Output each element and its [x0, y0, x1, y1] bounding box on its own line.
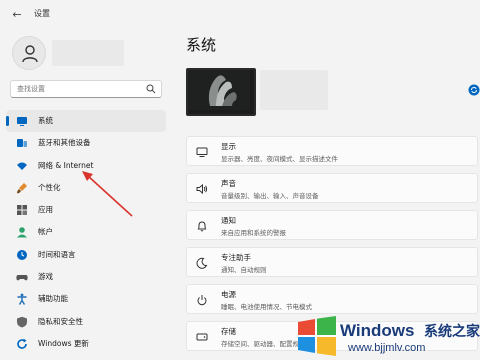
watermark-cn: 系统之家	[424, 324, 480, 340]
card-title: 显示	[221, 142, 236, 151]
sidebar-item-bluetooth[interactable]: 蓝牙和其他设备	[6, 132, 166, 154]
storage-icon	[196, 333, 208, 341]
sidebar-item-label: 隐私和安全性	[38, 316, 83, 326]
display-icon	[196, 147, 208, 157]
sidebar-item-time-language[interactable]: 时间和语言	[6, 244, 166, 266]
windows-logo-icon	[298, 316, 336, 356]
sidebar-item-apps[interactable]: 应用	[6, 199, 166, 221]
main-content: 系统 显示 显示器、亮度、夜间模式、显示描述文件 声音 音量级别、输出、输入、声…	[172, 28, 480, 360]
watermark-brand: Windows	[340, 321, 415, 340]
card-notifications[interactable]: 通知 来自应用和系统的警报	[186, 210, 478, 240]
card-title: 电源	[221, 290, 236, 299]
shield-icon	[17, 316, 27, 328]
onedrive-sync-icon[interactable]	[468, 84, 480, 96]
sidebar-item-label: 蓝牙和其他设备	[38, 138, 91, 148]
monitor-icon	[17, 117, 27, 126]
sidebar-item-network[interactable]: 网络 & Internet	[6, 155, 166, 177]
card-sound[interactable]: 声音 音量级别、输出、输入、声音设备	[186, 173, 478, 203]
apps-icon	[17, 205, 27, 216]
sidebar: 系统 蓝牙和其他设备 网络 & Internet	[0, 28, 172, 360]
sidebar-item-label: 辅助功能	[38, 294, 68, 304]
watermark: Windows 系统之家 www.bjjmlv.com	[292, 312, 480, 360]
page-title: 系统	[186, 36, 217, 54]
gamepad-icon	[16, 275, 28, 281]
speaker-icon	[196, 183, 208, 195]
sidebar-item-windows-update[interactable]: Windows 更新	[6, 333, 166, 355]
search-input[interactable]	[17, 83, 142, 95]
card-description: 显示器、亮度、夜间模式、显示描述文件	[221, 155, 338, 163]
brush-icon	[17, 182, 27, 194]
wifi-icon	[17, 162, 27, 170]
globe-clock-icon	[17, 249, 27, 260]
wallpaper-image	[188, 70, 250, 110]
sidebar-item-gaming[interactable]: 游戏	[6, 266, 166, 288]
person-icon	[22, 45, 38, 63]
back-arrow-icon[interactable]: ←	[10, 8, 24, 22]
settings-window: ← 设置 系统	[0, 0, 480, 360]
update-icon	[17, 338, 27, 349]
card-description: 睡眠、电池使用情况、节电模式	[221, 303, 312, 311]
sidebar-item-label: 帐户	[38, 227, 53, 237]
sidebar-item-label: 游戏	[38, 272, 53, 282]
watermark-url: www.bjjmlv.com	[348, 342, 426, 354]
sidebar-item-label: 网络 & Internet	[38, 160, 94, 170]
account-icon	[17, 227, 27, 238]
card-description: 通知、自动规则	[221, 266, 267, 274]
power-icon	[197, 295, 207, 306]
sidebar-item-label: Windows 更新	[38, 338, 89, 348]
sidebar-item-accessibility[interactable]: 辅助功能	[6, 288, 166, 310]
bluetooth-icon	[17, 139, 27, 148]
sidebar-item-accounts[interactable]: 帐户	[6, 221, 166, 243]
card-display[interactable]: 显示 显示器、亮度、夜间模式、显示描述文件	[186, 136, 478, 166]
card-title: 通知	[221, 216, 236, 225]
card-focus-assist[interactable]: 专注助手 通知、自动规则	[186, 247, 478, 277]
sidebar-nav: 系统 蓝牙和其他设备 网络 & Internet 个性化 应用 帐户 时间和语言…	[6, 110, 166, 355]
accessibility-icon	[17, 293, 27, 306]
title-bar: ← 设置	[0, 0, 480, 28]
sidebar-item-label: 个性化	[38, 182, 61, 192]
sidebar-item-system[interactable]: 系统	[6, 110, 166, 133]
card-title: 声音	[221, 179, 236, 188]
bell-icon	[197, 221, 207, 232]
moon-icon	[196, 257, 208, 269]
user-name-placeholder	[52, 40, 124, 66]
sidebar-item-label: 应用	[38, 205, 53, 215]
card-power[interactable]: 电源 睡眠、电池使用情况、节电模式	[186, 284, 478, 314]
search-box[interactable]	[10, 80, 162, 98]
device-name-placeholder	[260, 70, 328, 110]
avatar[interactable]	[12, 36, 46, 70]
sidebar-item-personalization[interactable]: 个性化	[6, 177, 166, 199]
sidebar-item-label: 时间和语言	[38, 249, 76, 259]
card-description: 来自应用和系统的警报	[221, 229, 286, 237]
device-wallpaper-thumbnail[interactable]	[186, 68, 256, 116]
sidebar-item-privacy[interactable]: 隐私和安全性	[6, 311, 166, 333]
card-title: 专注助手	[221, 253, 251, 262]
sidebar-item-label: 系统	[38, 116, 53, 125]
card-description: 音量级别、输出、输入、声音设备	[221, 192, 319, 200]
window-title: 设置	[34, 9, 50, 18]
search-icon[interactable]	[146, 84, 156, 94]
card-title: 存储	[221, 327, 236, 336]
